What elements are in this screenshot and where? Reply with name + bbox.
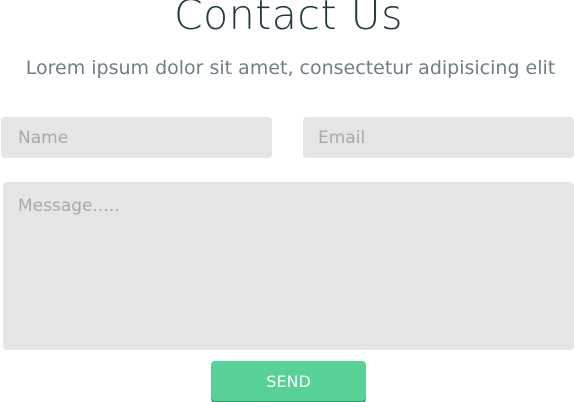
send-button[interactable]: SEND: [211, 361, 366, 401]
page-title: Contact Us: [174, 0, 403, 39]
name-input[interactable]: [1, 117, 272, 158]
email-input[interactable]: [303, 117, 574, 158]
message-textarea[interactable]: [3, 182, 574, 350]
page-subtitle: Lorem ipsum dolor sit amet, consectetur …: [25, 57, 556, 79]
